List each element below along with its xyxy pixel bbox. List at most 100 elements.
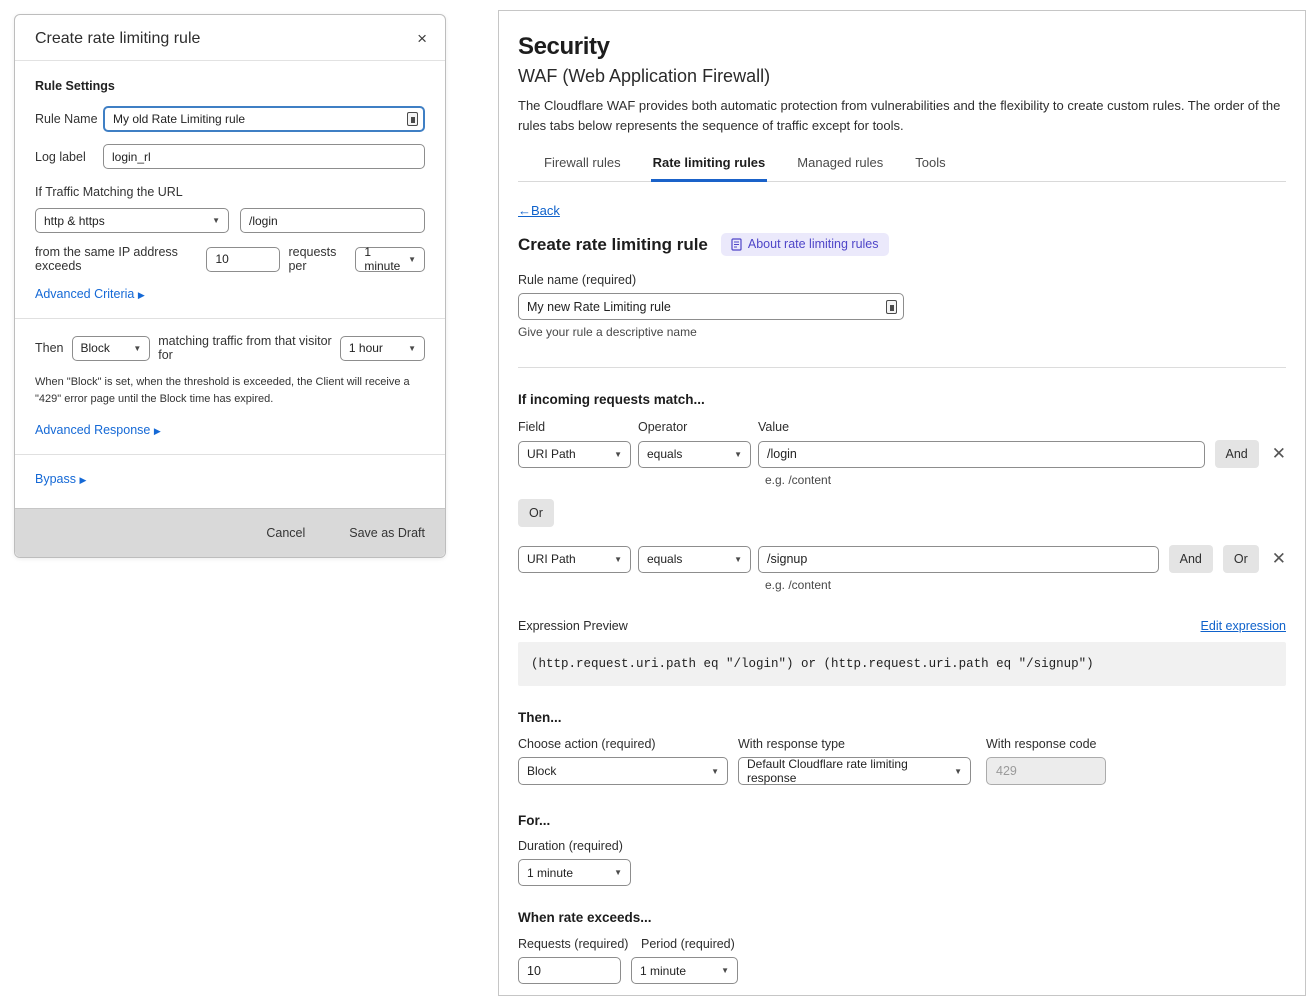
period-value: 1 minute — [640, 964, 686, 978]
rule-settings-heading: Rule Settings — [35, 79, 425, 93]
choose-action-select[interactable]: Block ▼ — [518, 757, 728, 785]
chevron-down-icon: ▼ — [954, 767, 962, 776]
field-select-2-value: URI Path — [527, 552, 576, 566]
value-input-1[interactable] — [758, 441, 1205, 468]
log-label-row: Log label — [35, 144, 425, 169]
log-label-wrap — [103, 144, 425, 169]
rule-name-wrap — [518, 293, 904, 320]
condition-row-1: URI Path ▼ equals ▼ And ✕ — [518, 440, 1286, 468]
condition-column-labels: Field Operator Value — [518, 420, 1286, 434]
choose-action-label: Choose action (required) — [518, 737, 738, 751]
section-divider — [518, 367, 1286, 368]
value-column-label: Value — [758, 420, 789, 434]
remove-condition-icon-2[interactable]: ✕ — [1272, 549, 1286, 569]
chevron-down-icon: ▼ — [614, 450, 622, 459]
requests-input[interactable] — [518, 957, 621, 984]
response-type-label: With response type — [738, 737, 986, 751]
threshold-suffix-text: requests per — [288, 245, 347, 273]
page-subtitle: WAF (Web Application Firewall) — [518, 66, 1286, 87]
threshold-row: from the same IP address exceeds request… — [35, 245, 425, 273]
field-select-1[interactable]: URI Path ▼ — [518, 441, 631, 468]
rule-name-label: Rule name (required) — [518, 273, 1286, 287]
create-rule-heading: Create rate limiting rule — [518, 235, 708, 255]
remove-condition-icon-1[interactable]: ✕ — [1272, 444, 1286, 464]
back-arrow-icon: ← — [518, 203, 531, 218]
period-select[interactable]: 1 minute ▼ — [355, 247, 425, 272]
divider — [15, 454, 445, 455]
threshold-input[interactable] — [206, 247, 280, 272]
advanced-response-label: Advanced Response — [35, 423, 150, 437]
page-description: The Cloudflare WAF provides both automat… — [518, 96, 1286, 135]
url-input[interactable] — [240, 208, 425, 233]
back-row: ←Back — [518, 202, 1286, 220]
operator-select-1-value: equals — [647, 447, 682, 461]
or-button[interactable]: Or — [518, 499, 554, 527]
chevron-down-icon: ▼ — [408, 344, 416, 353]
rule-name-wrap — [103, 106, 425, 132]
rule-name-input[interactable] — [103, 106, 425, 132]
tab-tools[interactable]: Tools — [913, 151, 947, 182]
url-wrap — [240, 208, 425, 233]
and-button-2[interactable]: And — [1169, 545, 1213, 573]
period-select[interactable]: 1 minute ▼ — [631, 957, 738, 984]
field-select-2[interactable]: URI Path ▼ — [518, 546, 631, 573]
scheme-select[interactable]: http & https ▼ — [35, 208, 229, 233]
rule-name-input[interactable] — [518, 293, 904, 320]
or-button-2[interactable]: Or — [1223, 545, 1259, 573]
operator-select-2[interactable]: equals ▼ — [638, 546, 751, 573]
response-type-value: Default Cloudflare rate limiting respons… — [747, 757, 948, 785]
cancel-button[interactable]: Cancel — [266, 526, 305, 540]
tab-managed-rules[interactable]: Managed rules — [795, 151, 885, 182]
tab-rate-limiting-rules[interactable]: Rate limiting rules — [651, 151, 768, 182]
block-duration-select[interactable]: 1 hour ▼ — [340, 336, 425, 361]
condition-row-2: URI Path ▼ equals ▼ And Or ✕ — [518, 545, 1286, 573]
log-label-input[interactable] — [103, 144, 425, 169]
operator-select-1[interactable]: equals ▼ — [638, 441, 751, 468]
response-type-select[interactable]: Default Cloudflare rate limiting respons… — [738, 757, 971, 785]
create-rate-limiting-rule-dialog: Create rate limiting rule × Rule Setting… — [14, 14, 446, 558]
chevron-down-icon: ▼ — [408, 255, 416, 264]
about-rate-limiting-badge[interactable]: About rate limiting rules — [721, 233, 889, 256]
about-badge-label: About rate limiting rules — [748, 237, 879, 251]
dialog-title: Create rate limiting rule — [35, 30, 200, 48]
page-title: Security — [518, 33, 1286, 61]
save-as-draft-button[interactable]: Save as Draft — [349, 526, 425, 540]
and-button-1[interactable]: And — [1215, 440, 1259, 468]
rule-name-label: Rule Name — [35, 112, 103, 126]
period-label: Period (required) — [641, 937, 735, 951]
advanced-response-link[interactable]: Advanced Response ▶ — [35, 423, 161, 437]
caret-right-icon: ▶ — [138, 290, 145, 300]
chevron-down-icon: ▼ — [212, 216, 220, 225]
autofill-icon[interactable] — [407, 112, 418, 126]
advanced-criteria-link[interactable]: Advanced Criteria ▶ — [35, 287, 145, 301]
back-label: Back — [531, 203, 560, 218]
bypass-link[interactable]: Bypass ▶ — [35, 472, 86, 486]
rule-name-help: Give your rule a descriptive name — [518, 325, 1286, 339]
then-label: Then — [35, 341, 64, 355]
edit-expression-link[interactable]: Edit expression — [1201, 619, 1286, 633]
action-select[interactable]: Block ▼ — [72, 336, 151, 361]
then-suffix-text: matching traffic from that visitor for — [158, 334, 332, 362]
close-icon[interactable]: × — [417, 30, 427, 47]
back-link[interactable]: ←Back — [518, 203, 560, 218]
value-hint-1: e.g. /content — [765, 473, 1286, 487]
or-connector-row: Or — [518, 499, 1286, 527]
period-select-value: 1 minute — [364, 245, 402, 273]
expression-preview-section: Expression Preview Edit expression (http… — [518, 619, 1286, 686]
url-match-row: http & https ▼ — [35, 208, 425, 233]
expression-preview-header: Expression Preview Edit expression — [518, 619, 1286, 633]
response-code-input — [986, 757, 1106, 785]
traffic-matching-heading: If Traffic Matching the URL — [35, 185, 425, 199]
autofill-icon[interactable] — [886, 300, 897, 314]
duration-select[interactable]: 1 minute ▼ — [518, 859, 631, 886]
dialog-body: Rule Settings Rule Name Log label If Tra… — [15, 61, 445, 508]
chevron-down-icon: ▼ — [734, 555, 742, 564]
create-rule-heading-row: Create rate limiting rule About rate lim… — [518, 233, 1286, 256]
for-heading: For... — [518, 813, 1286, 828]
tab-firewall-rules[interactable]: Firewall rules — [542, 151, 623, 182]
duration-value: 1 minute — [527, 866, 573, 880]
value-input-2[interactable] — [758, 546, 1159, 573]
response-code-label: With response code — [986, 737, 1096, 751]
choose-action-value: Block — [527, 764, 556, 778]
rate-labels-row: Requests (required) Period (required) — [518, 937, 1286, 951]
